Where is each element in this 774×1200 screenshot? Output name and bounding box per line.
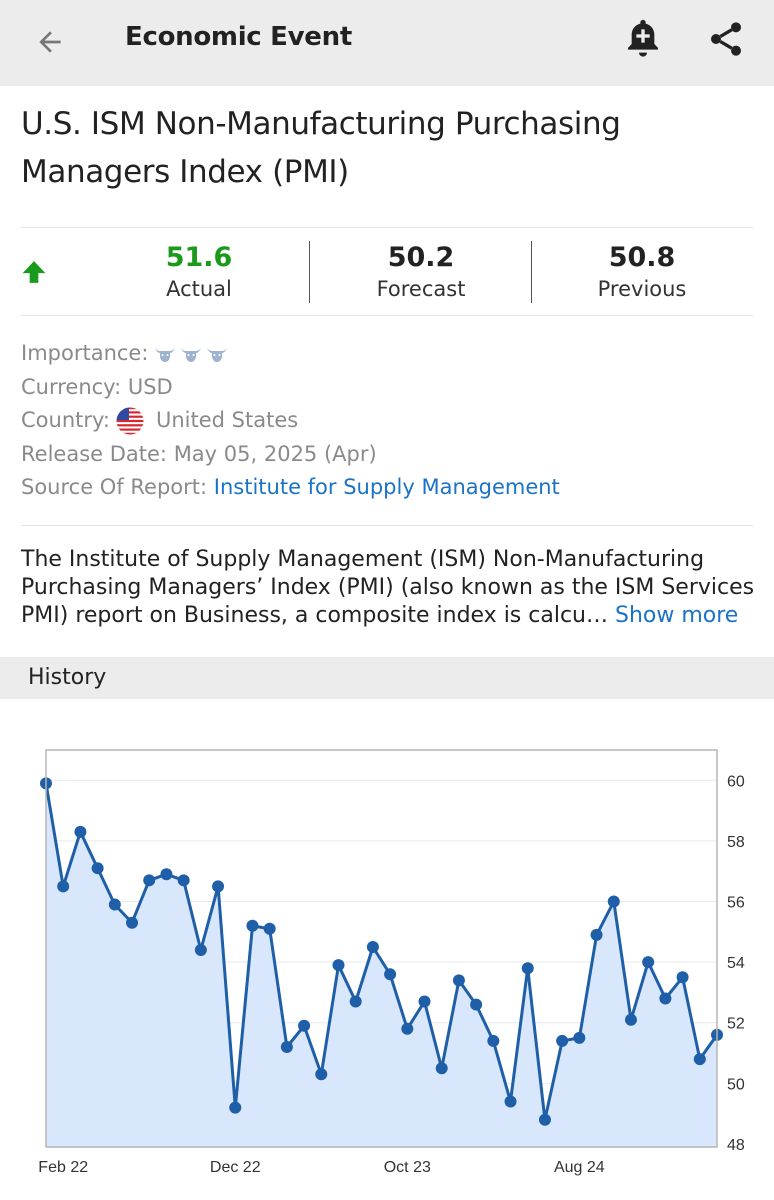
data-point (366, 940, 379, 953)
divider (21, 525, 753, 526)
data-point (143, 874, 156, 887)
arrow-up-icon (22, 261, 46, 283)
share-icon (711, 22, 741, 56)
release-value: May 05, 2025 (Apr) (173, 441, 377, 466)
data-point (194, 944, 207, 957)
data-point (298, 1019, 311, 1032)
y-tick-label: 50 (727, 1076, 745, 1093)
y-tick-label: 56 (727, 895, 745, 912)
data-point (642, 956, 655, 969)
data-point (624, 1013, 637, 1026)
source-link[interactable]: Institute for Supply Management (214, 471, 560, 505)
importance-label: Importance: (21, 341, 149, 365)
data-point (332, 959, 345, 972)
data-point (229, 1101, 242, 1114)
x-tick-label: Feb 22 (38, 1159, 88, 1176)
currency-value: USD (127, 374, 173, 399)
divider (21, 227, 753, 228)
data-point (676, 971, 689, 984)
data-point (401, 1022, 414, 1035)
currency-label: Currency: (21, 374, 122, 399)
us-flag-icon (116, 407, 144, 435)
forecast-value: 50.2 (387, 242, 455, 273)
back-button[interactable] (28, 20, 72, 64)
data-point (504, 1095, 517, 1108)
data-point (349, 995, 362, 1008)
source-label: Source Of Report: (21, 475, 208, 499)
data-point (590, 928, 603, 941)
data-point (556, 1034, 569, 1047)
arrow-left-icon (39, 31, 61, 53)
add-alert-button[interactable] (620, 14, 666, 64)
data-point (126, 916, 139, 929)
currency-row: Currency: USD (21, 371, 560, 405)
y-tick-label: 54 (727, 955, 745, 972)
page-title: Economic Event (125, 22, 352, 52)
history-label: History (28, 665, 107, 690)
data-point (263, 922, 276, 935)
bull-icon (181, 346, 202, 362)
stats-row: 51.6 Actual 50.2 Forecast 50.8 Previous (21, 229, 753, 315)
release-label: Release Date: (21, 441, 167, 466)
data-point (470, 998, 483, 1011)
divider (21, 315, 753, 316)
data-point (315, 1068, 328, 1081)
data-point (108, 898, 121, 911)
show-more-link[interactable]: Show more (615, 603, 738, 628)
country-value: United States (155, 408, 299, 432)
data-point (384, 968, 397, 981)
data-point (521, 962, 534, 975)
country-label: Country: (21, 408, 110, 432)
data-point (91, 862, 104, 875)
source-row: Source Of Report: Institute for Supply M… (21, 471, 560, 505)
data-point (57, 880, 70, 893)
data-point (607, 895, 620, 908)
release-row: Release Date: May 05, 2025 (Apr) (21, 438, 560, 472)
data-point (280, 1040, 293, 1053)
data-point (418, 995, 431, 1008)
data-point (246, 919, 259, 932)
y-tick-label: 52 (727, 1016, 745, 1033)
data-point (160, 868, 173, 881)
history-header: History (0, 657, 774, 699)
x-tick-label: Dec 22 (210, 1159, 261, 1176)
event-info: Importance: Currency: USD Country: Unite… (21, 337, 560, 505)
history-chart[interactable]: 48 50 52 54 56 58 60 Feb 22 Dec 22 Oct 23 Aug 24 (0, 700, 774, 1200)
x-tick-label: Aug 24 (554, 1159, 605, 1176)
data-point (177, 874, 190, 887)
country-row: Country: United States (21, 404, 560, 438)
bull-icon (207, 346, 228, 362)
y-tick-label: 58 (727, 834, 745, 851)
data-point (487, 1034, 500, 1047)
importance-indicator (154, 345, 228, 363)
bell-plus-icon (628, 19, 658, 57)
forecast-label: Forecast (376, 277, 466, 301)
actual-value: 51.6 (165, 242, 233, 273)
data-point (212, 880, 225, 893)
x-tick-label: Oct 23 (384, 1159, 431, 1176)
actual-stat: 51.6 Actual (139, 241, 259, 303)
data-point (435, 1062, 448, 1075)
data-point (452, 974, 465, 987)
previous-stat: 50.8 Previous (582, 241, 702, 303)
importance-row: Importance: (21, 337, 560, 371)
y-tick-label: 48 (727, 1137, 745, 1154)
previous-value: 50.8 (608, 242, 676, 273)
stat-separator (531, 241, 532, 303)
previous-label: Previous (597, 277, 687, 301)
stat-separator (309, 241, 310, 303)
event-title: U.S. ISM Non-Manufacturing Purchasing Ma… (21, 106, 621, 190)
app-bar: Economic Event (0, 0, 774, 86)
y-tick-label: 60 (727, 773, 745, 790)
share-button[interactable] (702, 14, 750, 64)
data-point (573, 1031, 586, 1044)
event-description: The Institute of Supply Management (ISM)… (21, 546, 756, 630)
data-point (74, 825, 87, 838)
data-point (538, 1113, 551, 1126)
bull-icon (155, 346, 176, 362)
forecast-stat: 50.2 Forecast (361, 241, 481, 303)
data-point (693, 1053, 706, 1066)
data-point (659, 992, 672, 1005)
actual-label: Actual (166, 277, 232, 301)
